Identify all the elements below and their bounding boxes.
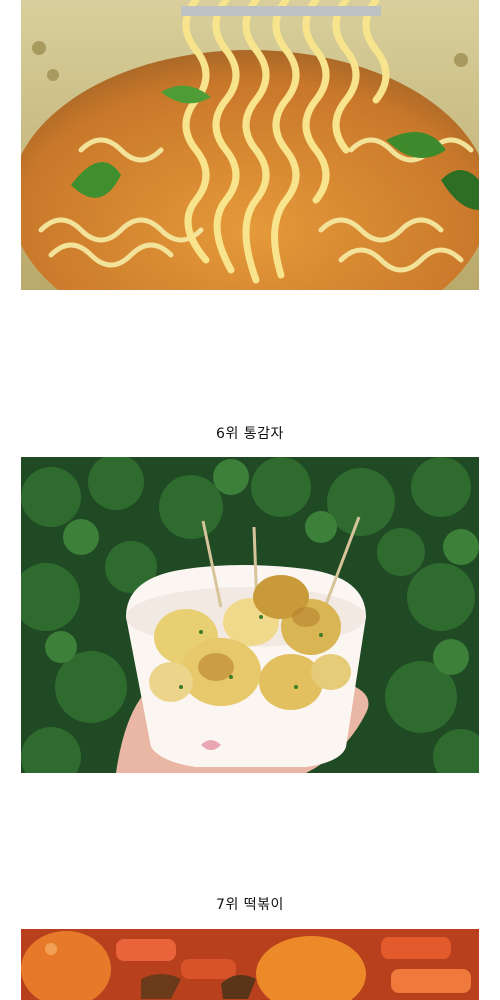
rank-7-caption: 7위 떡볶이: [216, 897, 284, 913]
whole-potatoes-cup-photo: [21, 457, 479, 773]
tteokbokki-photo: [21, 929, 479, 1000]
ramen-noodles-photo: [21, 0, 479, 290]
rank-6-caption: 6위 통감자: [216, 426, 284, 442]
